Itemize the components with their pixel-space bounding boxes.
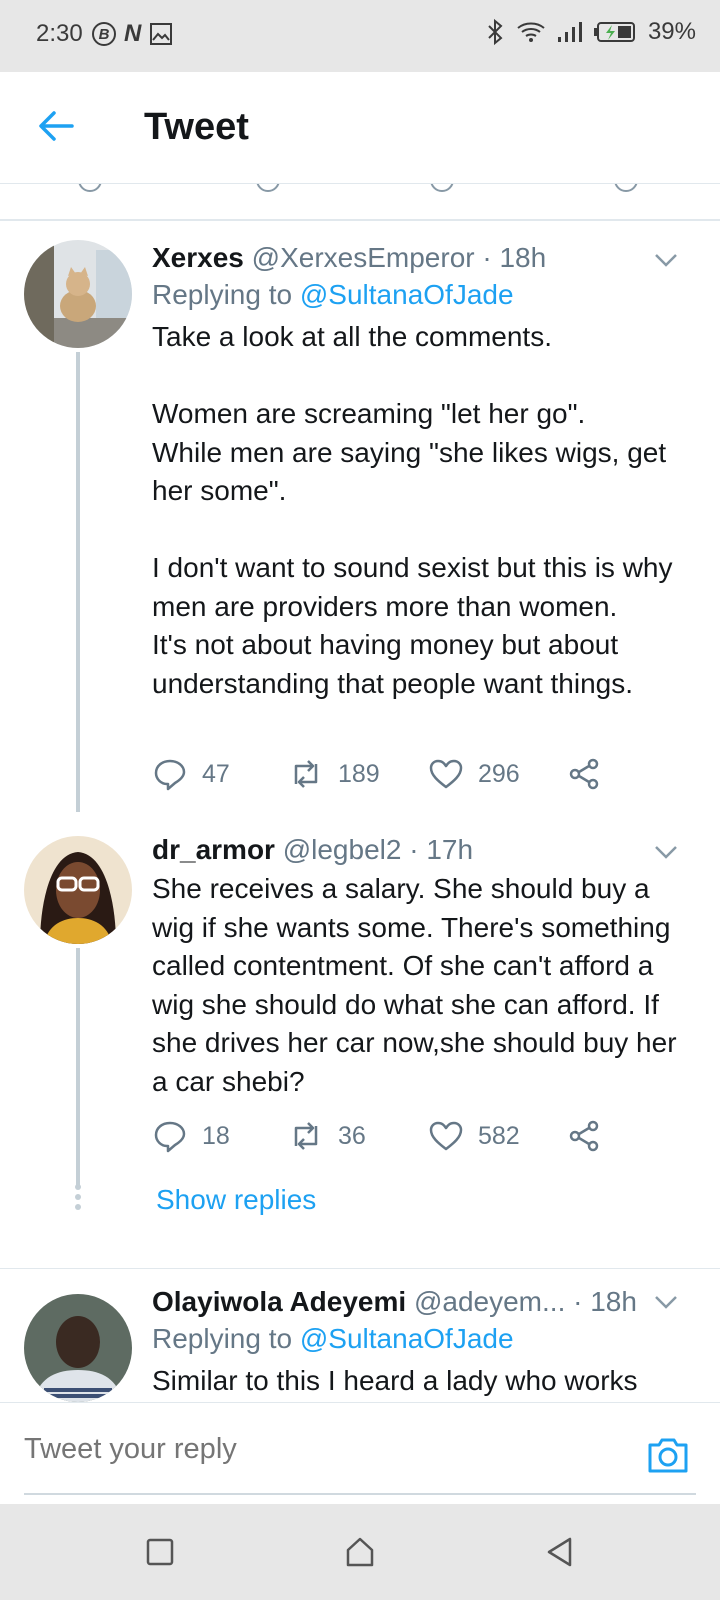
reply-icon [154, 759, 186, 791]
tweet-time: · 18h [482, 242, 547, 273]
display-name[interactable]: Olayiwola Adeyemi [152, 1286, 406, 1317]
parent-tweet-actions-clipped [0, 184, 720, 220]
user-handle[interactable]: @adeyem... [414, 1286, 565, 1317]
reply-count: 47 [202, 759, 230, 788]
recents-square-icon[interactable] [142, 1534, 178, 1570]
like-button[interactable]: 296 [428, 756, 520, 792]
thread-line [76, 352, 80, 812]
reply-icon [154, 1121, 186, 1153]
heart-icon [429, 1121, 463, 1151]
replying-prefix: Replying to [152, 1323, 293, 1354]
tweet-thread[interactable]: Xerxes @XerxesEmperor · 18h Replying to … [0, 184, 720, 1402]
input-underline [24, 1493, 696, 1495]
back-arrow-icon[interactable] [36, 106, 76, 146]
image-icon [150, 23, 173, 45]
signal-icon [557, 22, 582, 42]
status-bar: 2:30 B N 39% [0, 0, 720, 72]
replying-prefix: Replying to [152, 279, 293, 310]
like-icon [430, 184, 454, 192]
camera-icon[interactable] [646, 1435, 690, 1475]
reply-icon [78, 184, 102, 192]
bluetooth-icon [488, 18, 503, 46]
wifi-icon [517, 22, 545, 42]
tweet-actions: 18 36 582 [152, 1118, 632, 1158]
show-replies-link[interactable]: Show replies [156, 1184, 316, 1216]
home-icon[interactable] [342, 1534, 378, 1570]
tweet-meta: Xerxes @XerxesEmperor · 18h [152, 240, 692, 276]
page-title: Tweet [144, 106, 249, 148]
chevron-down-icon[interactable] [652, 246, 680, 274]
heart-icon [429, 759, 463, 789]
app-header: Tweet [0, 72, 720, 184]
avatar[interactable] [24, 836, 132, 944]
n-icon: N [124, 20, 142, 47]
avatar[interactable] [24, 1294, 132, 1402]
thread-line [76, 948, 80, 1188]
tweet-actions: 47 189 296 [152, 756, 632, 796]
reply-count: 18 [202, 1121, 230, 1150]
tweet-meta: Olayiwola Adeyemi @adeyem... · 18h [152, 1284, 692, 1320]
like-count: 296 [478, 759, 520, 788]
reply-button[interactable]: 18 [152, 1118, 230, 1154]
user-handle[interactable]: @XerxesEmperor [252, 242, 475, 273]
divider [0, 1268, 720, 1269]
retweet-count: 36 [338, 1121, 366, 1150]
user-handle[interactable]: @legbel2 [283, 834, 402, 865]
replying-to-link[interactable]: @SultanaOfJade [300, 279, 514, 310]
display-name[interactable]: dr_armor [152, 834, 275, 865]
share-icon [569, 758, 599, 790]
thread-continuation-dots [74, 1184, 82, 1214]
tweet-time: · 17h [409, 834, 474, 865]
retweet-button[interactable]: 189 [288, 756, 380, 792]
retweet-count: 189 [338, 759, 380, 788]
reply-composer [0, 1402, 720, 1504]
system-nav-bar [0, 1504, 720, 1600]
back-triangle-icon[interactable] [542, 1534, 578, 1570]
share-button[interactable] [566, 1118, 602, 1154]
tweet-text: Similar to this I heard a lady who works [152, 1365, 638, 1396]
avatar[interactable] [24, 240, 132, 348]
divider [0, 220, 720, 221]
tweet-time: · 18h [573, 1286, 637, 1317]
retweet-icon [294, 1122, 318, 1150]
chevron-down-icon[interactable] [652, 838, 680, 866]
share-icon [569, 1120, 599, 1152]
replying-to-link[interactable]: @SultanaOfJade [300, 1323, 514, 1354]
tweet-text: She receives a salary. She should buy a … [152, 873, 677, 1097]
reply-input[interactable] [24, 1433, 604, 1466]
like-count: 582 [478, 1121, 520, 1150]
replying-to: Replying to @SultanaOfJade [152, 1320, 692, 1358]
like-button[interactable]: 582 [428, 1118, 520, 1154]
retweet-icon [294, 760, 318, 788]
tweet-text: Take a look at all the comments. Women a… [152, 321, 673, 699]
battery-charging-icon [593, 22, 635, 42]
status-time: 2:30 [36, 20, 83, 47]
chevron-down-icon[interactable] [652, 1288, 680, 1316]
share-icon [614, 184, 638, 192]
tweet-meta: dr_armor @legbel2 · 17h [152, 832, 692, 868]
b-circle-icon: B [92, 22, 116, 46]
share-button[interactable] [566, 756, 602, 792]
retweet-button[interactable]: 36 [288, 1118, 366, 1154]
replying-to: Replying to @SultanaOfJade [152, 276, 692, 314]
retweet-icon [256, 184, 280, 192]
display-name[interactable]: Xerxes [152, 242, 244, 273]
reply-button[interactable]: 47 [152, 756, 230, 792]
battery-percent: 39% [647, 18, 696, 45]
